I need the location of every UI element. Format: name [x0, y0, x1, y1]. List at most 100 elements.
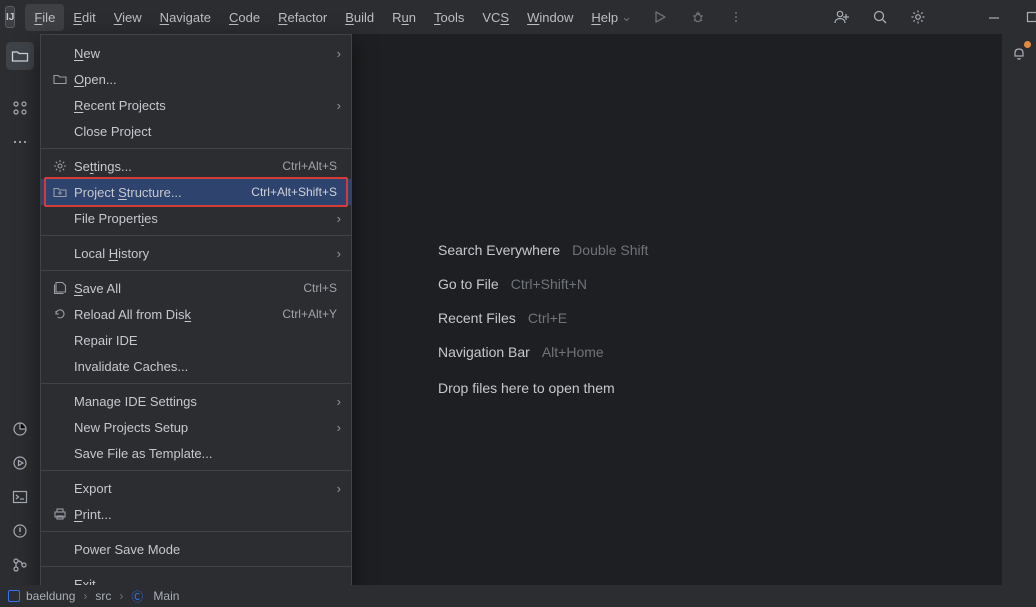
menu-separator [41, 148, 351, 149]
menu-item-new[interactable]: New› [41, 40, 351, 66]
breadcrumb-item[interactable]: src [95, 589, 111, 603]
window-maximize-icon[interactable] [1022, 7, 1036, 27]
menu-item-manage-ide-settings[interactable]: Manage IDE Settings› [41, 388, 351, 414]
tip-shortcut: Alt+Home [542, 344, 604, 360]
project-icon [8, 590, 20, 602]
menu-item-reload-all-from-disk[interactable]: Reload All from DiskCtrl+Alt+Y [41, 301, 351, 327]
problems-tool-icon[interactable] [6, 517, 34, 545]
tip-label: Search Everywhere [438, 242, 560, 258]
menu-refactor[interactable]: Refactor [269, 4, 336, 31]
chevron-right-icon: › [83, 589, 87, 603]
status-bar: baeldung › src › Ⓒ Main [0, 585, 1036, 607]
terminal-tool-icon[interactable] [6, 483, 34, 511]
menu-view[interactable]: View [105, 4, 151, 31]
folder-icon [52, 71, 68, 87]
menu-item-recent-projects[interactable]: Recent Projects› [41, 92, 351, 118]
breadcrumb-project[interactable]: baeldung [26, 589, 75, 603]
menu-item-settings[interactable]: Settings...Ctrl+Alt+S [41, 153, 351, 179]
breadcrumb-item[interactable]: Main [153, 589, 179, 603]
menu-item-close-project[interactable]: Close Project [41, 118, 351, 144]
right-tool-strip [1002, 34, 1036, 585]
menu-file[interactable]: File [25, 4, 64, 31]
menu-build[interactable]: Build [336, 4, 383, 31]
welcome-tip: Navigation BarAlt+Home [438, 344, 648, 360]
tip-shortcut: Double Shift [572, 242, 648, 258]
code-with-me-icon[interactable] [832, 7, 852, 27]
menu-item-repair-ide[interactable]: Repair IDE [41, 327, 351, 353]
welcome-tip: Go to File Ctrl+Shift+N [438, 276, 648, 292]
chevron-right-icon: › [337, 420, 341, 435]
project-tool-icon[interactable] [6, 42, 34, 70]
menu-item-label: Print... [74, 507, 339, 522]
chevron-right-icon: › [337, 394, 341, 409]
menu-item-label: Power Save Mode [74, 542, 339, 557]
drop-hint: Drop files here to open them [438, 380, 648, 396]
structure-icon [52, 184, 68, 200]
saveall-icon [52, 280, 68, 296]
menu-separator [41, 383, 351, 384]
left-tool-strip [0, 34, 40, 585]
menu-item-label: Local History [74, 246, 339, 261]
menu-item-label: New [74, 46, 339, 61]
menu-run[interactable]: Run [383, 4, 425, 31]
welcome-tip: Search Everywhere Double Shift [438, 242, 648, 258]
chevron-right-icon: › [337, 246, 341, 261]
reload-icon [52, 306, 68, 322]
menu-item-file-properties[interactable]: File Properties› [41, 205, 351, 231]
tip-shortcut: Ctrl+E [528, 310, 567, 326]
menu-code[interactable]: Code [220, 4, 269, 31]
debug-bug-icon[interactable] [688, 7, 708, 27]
menu-window[interactable]: Window [518, 4, 582, 31]
menu-item-project-structure[interactable]: Project Structure...Ctrl+Alt+Shift+S [41, 179, 351, 205]
file-menu-dropdown: New›Open...Recent Projects›Close Project… [40, 34, 352, 603]
menu-separator [41, 470, 351, 471]
menu-item-label: File Properties [74, 211, 339, 226]
settings-gear-icon[interactable] [908, 7, 928, 27]
git-tool-icon[interactable] [6, 551, 34, 579]
menu-item-save-file-as-template[interactable]: Save File as Template... [41, 440, 351, 466]
chevron-right-icon: › [337, 211, 341, 226]
welcome-tip: Recent Files Ctrl+E [438, 310, 648, 326]
notifications-bell-icon[interactable] [1008, 42, 1030, 64]
chevron-right-icon: › [337, 46, 341, 61]
menu-item-save-all[interactable]: Save AllCtrl+S [41, 275, 351, 301]
menu-navigate[interactable]: Navigate [151, 4, 220, 31]
menu-item-local-history[interactable]: Local History› [41, 240, 351, 266]
printer-icon [52, 506, 68, 522]
menu-shortcut: Ctrl+Alt+S [282, 159, 337, 173]
menu-item-invalidate-caches[interactable]: Invalidate Caches... [41, 353, 351, 379]
menu-item-open[interactable]: Open... [41, 66, 351, 92]
menu-item-label: Close Project [74, 124, 339, 139]
menu-item-label: Manage IDE Settings [74, 394, 339, 409]
chevron-right-icon: › [337, 98, 341, 113]
menu-item-label: Recent Projects [74, 98, 339, 113]
tip-label: Go to File [438, 276, 499, 292]
structure-tool-icon[interactable] [6, 94, 34, 122]
run-tool-icon[interactable] [6, 449, 34, 477]
app-logo: IJ [5, 6, 15, 28]
menu-item-new-projects-setup[interactable]: New Projects Setup› [41, 414, 351, 440]
menu-item-power-save-mode[interactable]: Power Save Mode [41, 536, 351, 562]
menu-item-label: Save All [74, 281, 339, 296]
more-vertical-icon[interactable] [726, 7, 746, 27]
menu-tools[interactable]: Tools [425, 4, 473, 31]
menu-item-label: Save File as Template... [74, 446, 339, 461]
menu-item-print[interactable]: Print... [41, 501, 351, 527]
menu-item-label: Invalidate Caches... [74, 359, 339, 374]
chart-tool-icon[interactable] [6, 415, 34, 443]
run-play-icon[interactable] [650, 7, 670, 27]
menu-edit[interactable]: Edit [64, 4, 104, 31]
menu-item-label: Repair IDE [74, 333, 339, 348]
menu-separator [41, 531, 351, 532]
menu-item-label: Export [74, 481, 339, 496]
menu-item-export[interactable]: Export› [41, 475, 351, 501]
menu-separator [41, 566, 351, 567]
tip-shortcut: Ctrl+Shift+N [511, 276, 587, 292]
window-minimize-icon[interactable] [984, 7, 1004, 27]
menu-shortcut: Ctrl+Alt+Shift+S [251, 185, 337, 199]
tip-label: Recent Files [438, 310, 516, 326]
menu-vcs[interactable]: VCS [473, 4, 518, 31]
more-tool-icon[interactable] [6, 128, 34, 156]
menu-shortcut: Ctrl+S [303, 281, 337, 295]
search-icon[interactable] [870, 7, 890, 27]
